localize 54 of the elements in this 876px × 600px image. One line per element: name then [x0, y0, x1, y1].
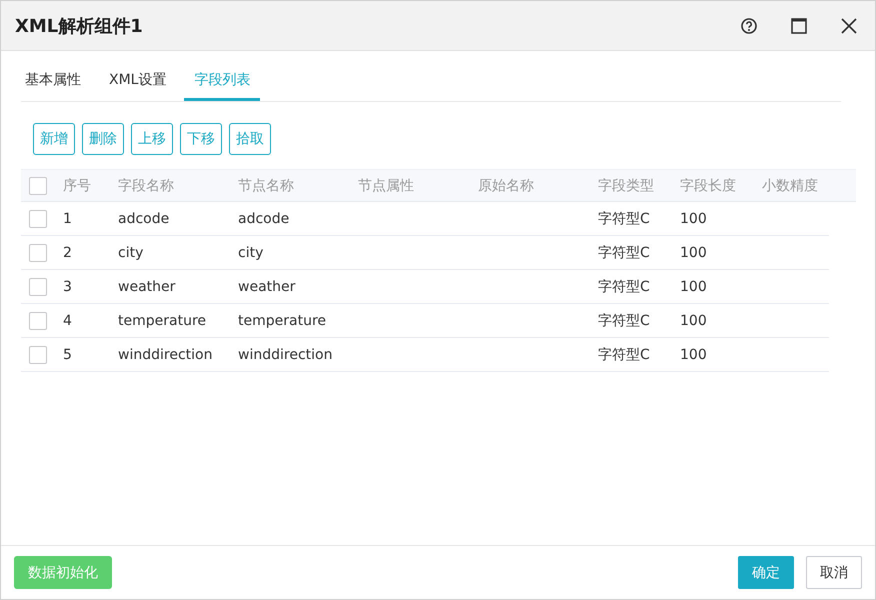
table-cell: 3 [63, 278, 72, 294]
maximize-icon[interactable] [789, 16, 809, 36]
table-cell: 字符型C [598, 210, 650, 226]
table-cell: 100 [680, 312, 707, 328]
cancel-button[interactable]: 取消 [806, 556, 862, 589]
help-icon[interactable] [739, 16, 759, 36]
init-data-button[interactable]: 数据初始化 [14, 556, 112, 589]
window-title: XML解析组件1 [15, 14, 143, 38]
table-cell: 字符型C [598, 312, 650, 328]
checkbox[interactable] [29, 244, 47, 262]
table-cell: city [238, 244, 264, 260]
table-cell: weather [118, 278, 176, 294]
column-header: 原始名称 [478, 176, 535, 194]
toolbar-button[interactable]: 删除 [82, 123, 124, 155]
table-cell: 2 [63, 244, 72, 260]
table-cell: 100 [680, 244, 707, 260]
ok-button[interactable]: 确定 [738, 556, 794, 589]
toolbar-button[interactable]: 下移 [180, 123, 222, 155]
column-header: 字段类型 [598, 176, 655, 194]
table-cell: temperature [118, 312, 206, 328]
table-cell: 5 [63, 346, 72, 362]
table-cell: 100 [680, 346, 707, 362]
table-cell: 100 [680, 210, 707, 226]
table-cell: weather [238, 278, 296, 294]
checkbox[interactable] [29, 278, 47, 296]
table-cell: adcode [238, 210, 290, 226]
table-cell: winddirection [238, 346, 332, 362]
table-cell: winddirection [118, 346, 212, 362]
table-cell: 4 [63, 312, 72, 328]
table-cell: 字符型C [598, 346, 650, 362]
table-cell: adcode [118, 210, 170, 226]
checkbox[interactable] [29, 176, 47, 194]
column-header: 节点属性 [358, 176, 415, 194]
table-cell: 100 [680, 278, 707, 294]
table-cell: temperature [238, 312, 326, 328]
table-cell: 1 [63, 210, 72, 226]
tab[interactable]: 字段列表 [184, 65, 260, 101]
checkbox[interactable] [29, 346, 47, 364]
close-icon[interactable] [839, 16, 859, 36]
table-cell: 字符型C [598, 278, 650, 294]
column-header: 字段名称 [118, 176, 175, 194]
column-header: 字段长度 [680, 176, 737, 194]
toolbar-button[interactable]: 拾取 [229, 123, 271, 155]
checkbox[interactable] [29, 210, 47, 228]
toolbar-button[interactable]: 上移 [131, 123, 173, 155]
table-cell: 字符型C [598, 244, 650, 260]
tab[interactable]: 基本属性 [21, 65, 91, 101]
column-header: 小数精度 [762, 176, 819, 194]
table-cell: city [118, 244, 144, 260]
column-header: 节点名称 [238, 176, 295, 194]
checkbox[interactable] [29, 312, 47, 330]
tab[interactable]: XML设置 [99, 65, 176, 101]
column-header: 序号 [63, 176, 92, 194]
toolbar-button[interactable]: 新增 [33, 123, 75, 155]
